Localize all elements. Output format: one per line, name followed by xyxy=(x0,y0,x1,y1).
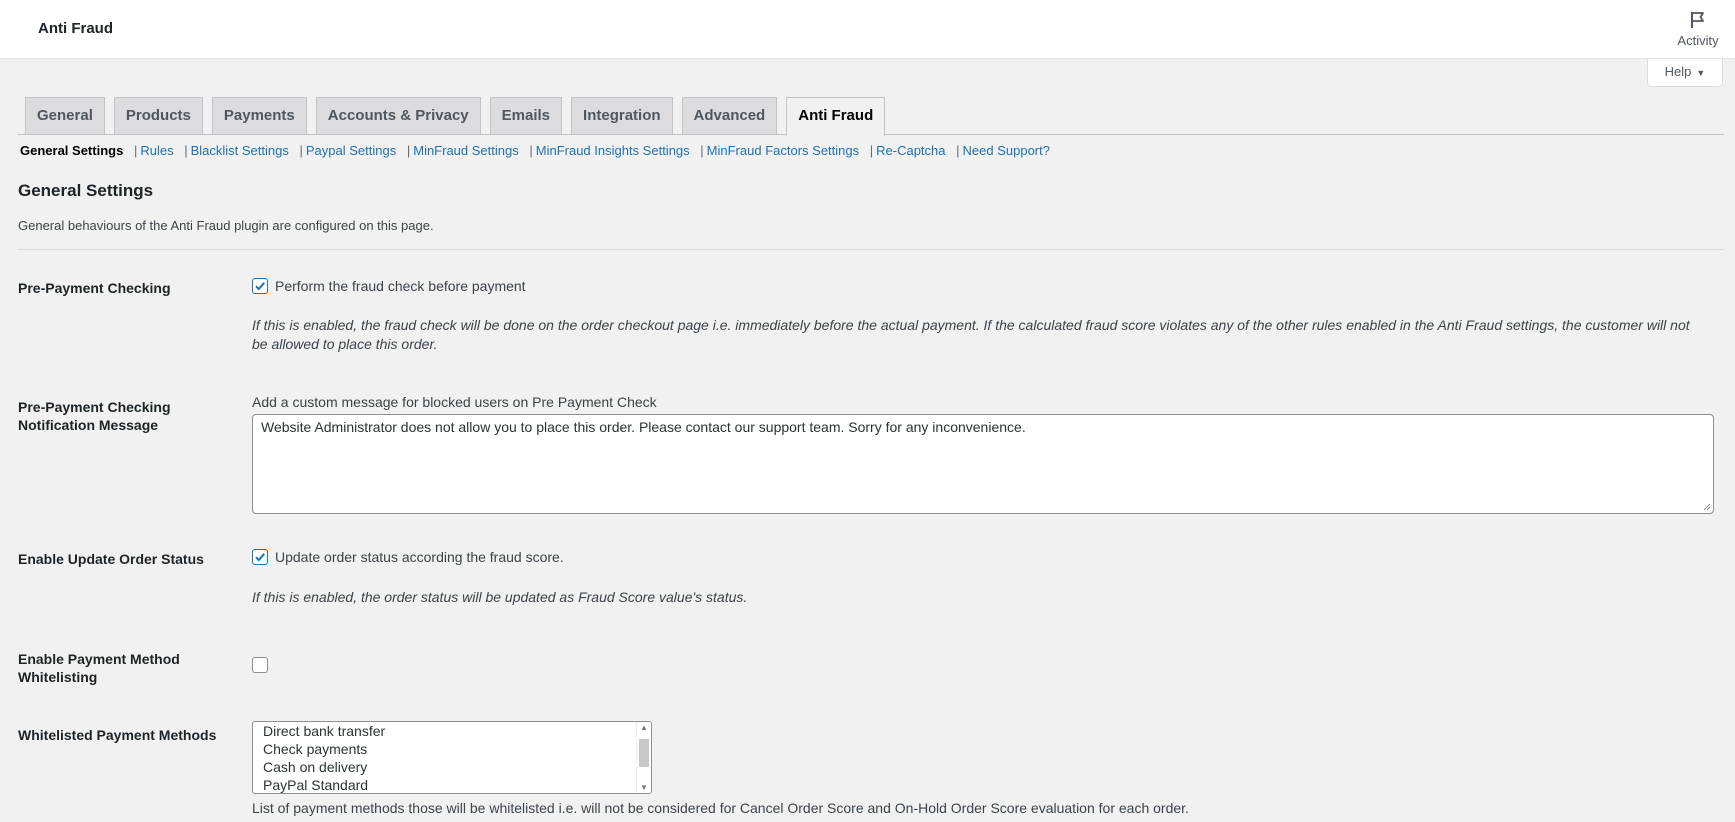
whitelisted-methods-label: Whitelisted Payment Methods xyxy=(18,727,217,743)
whitelisted-methods-select[interactable]: Direct bank transfer Check payments Cash… xyxy=(252,721,652,794)
pre-payment-checkbox-label[interactable]: Perform the fraud check before payment xyxy=(275,278,526,294)
subnav-separator: | xyxy=(406,143,411,158)
subnav-minfraud-factors-settings[interactable]: MinFraud Factors Settings xyxy=(707,143,859,158)
activity-label: Activity xyxy=(1677,33,1719,48)
activity-button[interactable]: Activity xyxy=(1669,10,1727,48)
list-item[interactable]: PayPal Standard xyxy=(253,776,651,793)
notification-hint: Add a custom message for blocked users o… xyxy=(252,394,657,410)
subnav-re-captcha[interactable]: Re-Captcha xyxy=(876,143,945,158)
help-label: Help xyxy=(1664,64,1692,79)
list-item[interactable]: Check payments xyxy=(253,740,651,758)
update-status-label: Enable Update Order Status xyxy=(18,551,204,567)
tab-integration[interactable]: Integration xyxy=(571,97,673,134)
notification-label-line2: Notification Message xyxy=(18,417,159,433)
whitelisting-label-line2: Whitelisting xyxy=(18,669,98,685)
notification-label: Pre-Payment Checking Notification Messag… xyxy=(18,398,171,434)
subnav-paypal-settings[interactable]: Paypal Settings xyxy=(306,143,396,158)
whitelisting-label: Enable Payment Method Whitelisting xyxy=(18,650,180,686)
subnav-separator: | xyxy=(299,143,303,158)
subnav: General Settings | Rules | Blacklist Setti… xyxy=(20,143,1050,158)
pre-payment-checkbox[interactable] xyxy=(252,278,268,294)
section-divider xyxy=(18,249,1724,250)
subnav-minfraud-settings[interactable]: MinFraud Settings xyxy=(413,143,519,158)
subnav-minfraud-insights-settings[interactable]: MinFraud Insights Settings xyxy=(536,143,690,158)
settings-tabs: General Products Payments Accounts & Pri… xyxy=(25,97,894,136)
top-bar: Anti Fraud Activity xyxy=(0,0,1735,59)
notification-label-line1: Pre-Payment Checking xyxy=(18,399,171,415)
notification-message-value: Website Administrator does not allow you… xyxy=(261,419,1026,435)
subnav-blacklist-settings[interactable]: Blacklist Settings xyxy=(191,143,289,158)
subnav-separator: | xyxy=(869,143,874,158)
whitelisting-checkbox[interactable] xyxy=(252,657,268,673)
subnav-separator: | xyxy=(700,143,704,158)
list-item[interactable]: Cash on delivery xyxy=(253,758,651,776)
tab-general[interactable]: General xyxy=(25,97,105,134)
subnav-separator: | xyxy=(133,143,138,158)
subnav-separator: | xyxy=(184,143,188,158)
tab-anti-fraud[interactable]: Anti Fraud xyxy=(786,97,886,136)
tab-products[interactable]: Products xyxy=(113,97,203,134)
section-title: General Settings xyxy=(18,181,154,200)
pre-payment-description: If this is enabled, the fraud check will… xyxy=(252,317,1690,352)
whitelisting-label-line1: Enable Payment Method xyxy=(18,651,180,667)
tab-payments[interactable]: Payments xyxy=(211,97,307,134)
checkmark-icon xyxy=(255,282,265,291)
scroll-up-icon[interactable]: ▲ xyxy=(640,723,648,732)
subnav-current: General Settings xyxy=(20,143,124,158)
scrollbar-thumb[interactable] xyxy=(639,739,649,767)
checkmark-icon xyxy=(255,553,265,562)
flag-icon xyxy=(1691,12,1704,28)
subnav-separator: | xyxy=(529,143,533,158)
subnav-separator: | xyxy=(956,143,960,158)
resize-handle-icon[interactable] xyxy=(1703,503,1711,511)
whitelisted-methods-description: List of payment methods those will be wh… xyxy=(252,800,1189,816)
scroll-down-icon[interactable]: ▼ xyxy=(640,783,648,792)
help-button[interactable]: Help ▼ xyxy=(1647,59,1723,87)
subnav-rules[interactable]: Rules xyxy=(140,143,173,158)
update-status-checkbox-label[interactable]: Update order status according the fraud … xyxy=(275,549,564,565)
listbox-scrollbar[interactable]: ▲ ▼ xyxy=(636,722,651,793)
pre-payment-label: Pre-Payment Checking xyxy=(18,280,171,296)
tab-advanced[interactable]: Advanced xyxy=(681,97,778,134)
notification-message-textarea[interactable]: Website Administrator does not allow you… xyxy=(252,414,1714,514)
page-title: Anti Fraud xyxy=(38,20,113,37)
subnav-need-support[interactable]: Need Support? xyxy=(963,143,1050,158)
tab-accounts-privacy[interactable]: Accounts & Privacy xyxy=(315,97,481,134)
section-description: General behaviours of the Anti Fraud plu… xyxy=(18,218,434,233)
tab-emails[interactable]: Emails xyxy=(489,97,563,134)
caret-down-icon: ▼ xyxy=(1696,68,1706,78)
list-item[interactable]: Direct bank transfer xyxy=(253,722,651,740)
update-status-description: If this is enabled, the order status wil… xyxy=(252,589,748,605)
update-status-checkbox[interactable] xyxy=(252,549,268,565)
